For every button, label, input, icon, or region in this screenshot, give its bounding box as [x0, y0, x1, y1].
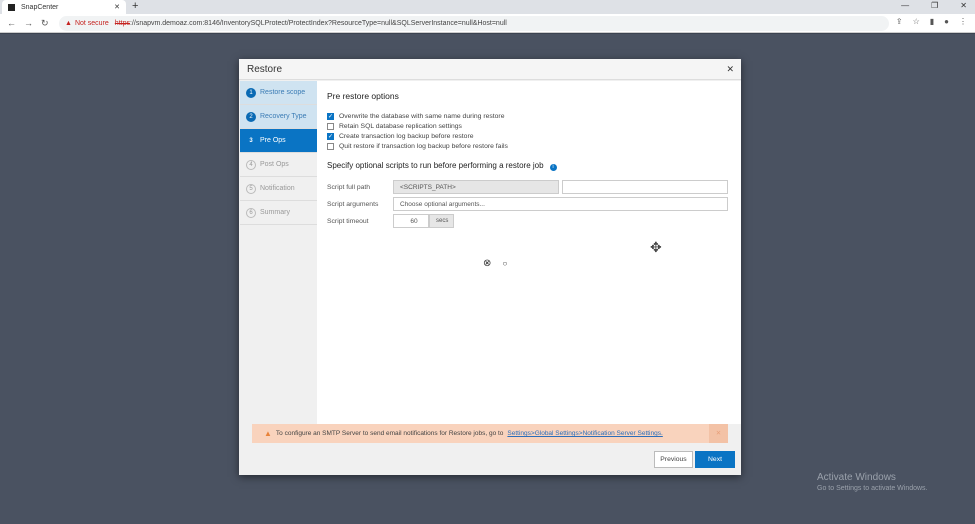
new-tab-button[interactable]: + — [132, 0, 138, 12]
timeout-unit: secs — [429, 214, 454, 228]
checkbox[interactable] — [327, 142, 334, 150]
profile-icon[interactable]: ● — [944, 17, 949, 26]
url-text: ://snapvm.demoaz.com:8146/InventorySQLPr… — [129, 19, 507, 27]
option-quit-restore[interactable]: Quit restore if transaction log backup b… — [327, 141, 731, 151]
step-label: Restore scope — [260, 89, 306, 96]
step-label: Pre Ops — [260, 137, 286, 144]
option-label: Create transaction log backup before res… — [339, 132, 474, 140]
script-args-label: Script arguments — [327, 200, 379, 208]
option-create-log-backup[interactable]: ✓ Create transaction log backup before re… — [327, 131, 731, 141]
alert-text: To configure an SMTP Server to send emai… — [275, 430, 504, 437]
step-restore-scope[interactable]: 1 Restore scope — [240, 81, 317, 105]
step-post-ops[interactable]: 4 Post Ops — [240, 153, 317, 177]
url-input[interactable]: ▲ Not secure https://snapvm.demoaz.com:814… — [59, 15, 889, 31]
smtp-warning-alert: ▲ To configure an SMTP Server to send ema… — [252, 424, 728, 443]
step-number: 2 — [246, 111, 256, 122]
previous-button[interactable]: Previous — [654, 451, 693, 468]
menu-icon[interactable]: ⋮ — [959, 17, 967, 26]
move-cursor-icon: ✥ — [650, 239, 662, 255]
snapcenter-logo-icon — [8, 3, 15, 11]
script-path-prefix: <SCRIPTS_PATH> — [393, 180, 559, 194]
close-icon[interactable]: ✕ — [726, 64, 734, 75]
tab-title: SnapCenter — [21, 3, 59, 11]
notification-settings-link[interactable]: Settings>Global Settings>Notification Se… — [507, 430, 662, 437]
windows-watermark: Activate Windows Go to Settings to activa… — [817, 472, 928, 492]
step-label: Notification — [260, 185, 295, 192]
wizard-steps: 1 Restore scope 2 Recovery Type 3 Pre Ops 4… — [240, 81, 317, 225]
script-path-label: Script full path — [327, 183, 371, 191]
step-number: 1 — [246, 87, 256, 98]
next-button[interactable]: Next — [695, 451, 735, 468]
browser-tab[interactable]: SnapCenter ✕ — [2, 0, 126, 14]
step-label: Recovery Type — [260, 113, 307, 120]
star-icon[interactable]: ☆ — [913, 17, 920, 26]
clear-icon[interactable]: ⊗ — [483, 258, 491, 269]
timeout-input[interactable]: 60 — [393, 214, 429, 228]
script-path-input[interactable] — [562, 180, 728, 194]
step-number: 3 — [249, 137, 253, 144]
scripts-title: Specify optional scripts to run before p… — [327, 161, 544, 170]
warning-icon: ▲ — [264, 429, 272, 438]
step-number: 4 — [246, 159, 256, 170]
browser-tab-bar: SnapCenter ✕ + — ❐ ✕ — [0, 0, 975, 14]
forward-icon[interactable]: → — [24, 18, 34, 28]
info-icon[interactable]: i — [549, 164, 557, 171]
option-label: Quit restore if transaction log backup b… — [339, 142, 508, 150]
checkbox-checked[interactable]: ✓ — [327, 112, 334, 120]
option-overwrite[interactable]: ✓ Overwrite the database with same name d… — [327, 111, 731, 121]
checkbox[interactable] — [327, 122, 334, 130]
maximize-icon[interactable]: ❐ — [931, 1, 938, 10]
dialog-title: Restore — [239, 59, 741, 80]
watermark-subtitle: Go to Settings to activate Windows. — [817, 485, 928, 492]
step-recovery-type[interactable]: 2 Recovery Type — [240, 105, 317, 129]
step-summary[interactable]: 6 Summary — [240, 201, 317, 225]
step-label: Post Ops — [260, 161, 289, 168]
url-scheme: https — [114, 19, 130, 27]
circle-icon[interactable]: ○ — [503, 259, 508, 268]
not-secure-label: Not secure — [74, 19, 109, 27]
script-args-input[interactable]: Choose optional arguments... — [393, 197, 728, 211]
step-label: Summary — [260, 209, 290, 216]
minimize-icon[interactable]: — — [901, 1, 909, 10]
warning-icon: ▲ — [65, 19, 72, 27]
step-number: 6 — [246, 207, 256, 218]
checkbox-checked[interactable]: ✓ — [327, 132, 334, 140]
dismiss-alert-icon[interactable]: ✕ — [709, 424, 728, 443]
timeout-label: Script timeout — [327, 217, 369, 225]
pre-ops-content: Pre restore options ✓ Overwrite the datab… — [317, 81, 741, 424]
option-label: Retain SQL database replication settings — [339, 122, 462, 130]
back-icon[interactable]: ← — [7, 18, 17, 28]
close-tab-icon[interactable]: ✕ — [114, 3, 120, 11]
restore-dialog: Restore ✕ 1 Restore scope 2 Recovery Type … — [239, 59, 741, 475]
watermark-title: Activate Windows — [817, 472, 896, 483]
address-bar-row: ← → ↻ ▲ Not secure https://snapvm.demoaz.com… — [0, 14, 975, 33]
step-number: 5 — [246, 183, 256, 194]
section-title: Pre restore options — [327, 91, 399, 101]
option-retain-replication[interactable]: Retain SQL database replication settings — [327, 121, 731, 131]
option-label: Overwrite the database with same name du… — [339, 112, 505, 120]
step-pre-ops[interactable]: 3 Pre Ops — [240, 129, 317, 153]
step-notification[interactable]: 5 Notification — [240, 177, 317, 201]
close-window-icon[interactable]: ✕ — [960, 1, 967, 10]
share-icon[interactable]: ⇪ — [896, 17, 903, 26]
reload-icon[interactable]: ↻ — [41, 18, 51, 29]
sidebar-icon[interactable]: ▮ — [930, 17, 934, 26]
